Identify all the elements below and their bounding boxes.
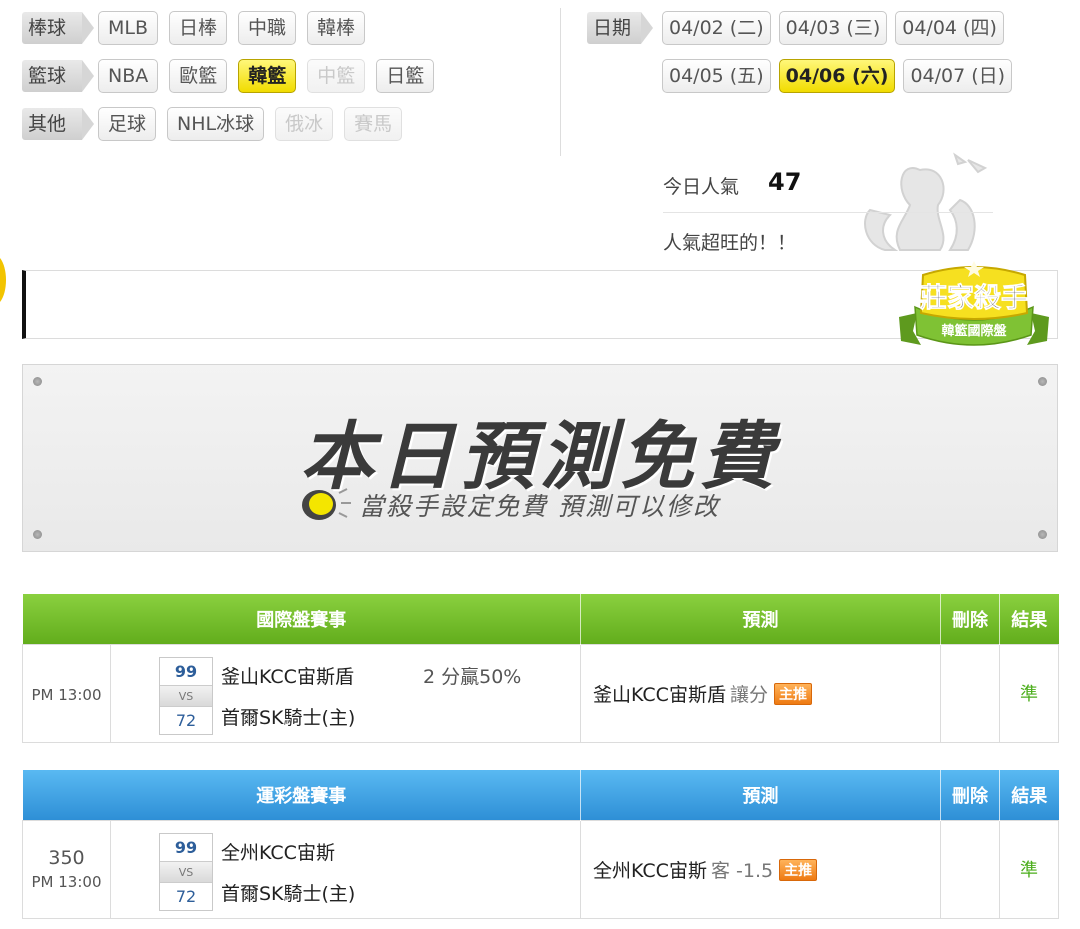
header-result: 結果 (999, 770, 1059, 820)
side-tab-icon[interactable] (0, 258, 10, 302)
filter-khl: 俄冰 (275, 107, 334, 141)
free-prediction-banner: 本日預測免費 當殺手設定免費 預測可以修改 (22, 364, 1058, 552)
header-delete: 刪除 (940, 770, 1000, 820)
popularity-label: 今日人氣 (663, 176, 740, 198)
date-0402[interactable]: 04/02 (二) (662, 11, 771, 45)
filter-china-basketball: 中籃 (307, 59, 366, 93)
prediction-cell: 釜山KCC宙斯盾 讓分 主推 (580, 643, 941, 743)
lottery-odds-table: 運彩盤賽事 預測 刪除 結果 350 PM 13:00 99 VS 72 全州K… (22, 770, 1059, 919)
main-pick-tag: 主推 (773, 682, 812, 705)
date-row-2: 04/05 (五) 04/06 (六) 04/07 (日) (662, 59, 1020, 93)
popularity-count: 47 (768, 168, 802, 196)
banner-subtitle: 當殺手設定免費 預測可以修改 (359, 492, 720, 521)
screw-icon (33, 377, 42, 386)
result-cell: 準 (999, 819, 1059, 919)
home-team: 首爾SK騎士(主) (221, 707, 356, 729)
result-cell: 準 (999, 643, 1059, 743)
filter-japan-basketball[interactable]: 日籃 (376, 59, 435, 93)
match-time-cell: 350 PM 13:00 (22, 819, 111, 919)
mascot-illustration (864, 152, 988, 251)
vs-label: VS (160, 861, 212, 883)
header-prediction: 預測 (580, 594, 941, 644)
delete-cell[interactable] (940, 643, 1000, 743)
filter-soccer[interactable]: 足球 (98, 107, 157, 141)
table-row: 350 PM 13:00 99 VS 72 全州KCC宙斯 首爾SK騎士(主) … (22, 819, 1059, 919)
table-header-row: 國際盤賽事 預測 刪除 結果 (22, 594, 1059, 644)
prediction-spread: 客 -1.5 (710, 859, 774, 882)
date-0406[interactable]: 04/06 (六) (778, 59, 896, 93)
filter-kbo[interactable]: 韓棒 (307, 11, 366, 45)
popularity-divider (663, 212, 993, 213)
header-delete: 刪除 (940, 594, 1000, 644)
away-team: 釜山KCC宙斯盾 (221, 666, 354, 688)
date-0407[interactable]: 04/07 (日) (903, 59, 1013, 93)
table-header-row: 運彩盤賽事 預測 刪除 結果 (22, 770, 1059, 820)
match-code: 350 (48, 847, 85, 869)
table-row: PM 13:00 99 VS 72 釜山KCC宙斯盾 首爾SK騎士(主) 2 分… (22, 643, 1059, 743)
date-category: 日期 (587, 11, 657, 45)
badge-subtitle: 韓籃國際盤 (941, 323, 1007, 339)
banner-subtitle-row: 當殺手設定免費 預測可以修改 (297, 487, 720, 523)
header-result: 結果 (999, 594, 1059, 644)
match-time-cell: PM 13:00 (22, 643, 111, 743)
screw-icon (33, 530, 42, 539)
vs-label: VS (160, 685, 212, 707)
score-bottom: 72 (175, 887, 197, 906)
match-time: PM 13:00 (31, 686, 102, 704)
header-event: 國際盤賽事 (22, 594, 581, 644)
score-bottom: 72 (175, 711, 197, 730)
badge-title: 莊家殺手 (920, 282, 1028, 314)
filter-korea-basketball[interactable]: 韓籃 (238, 59, 297, 93)
filter-horse-racing: 賽馬 (344, 107, 403, 141)
lightbulb-icon (302, 488, 351, 520)
screw-icon (1038, 530, 1047, 539)
prediction-cell: 全州KCC宙斯客 -1.5 主推 (580, 819, 941, 919)
prediction-spread: 讓分 (729, 683, 768, 706)
screw-icon (1038, 377, 1047, 386)
category-label: 棒球 (22, 12, 94, 44)
banker-killer-badge: 莊家殺手 韓籃國際盤 (899, 261, 1049, 346)
odds-line: 2 分贏50% (423, 666, 522, 688)
filter-euro-basketball[interactable]: 歐籃 (169, 59, 228, 93)
date-row-1: 04/02 (二) 04/03 (三) 04/04 (四) (662, 11, 1012, 45)
date-0403[interactable]: 04/03 (三) (778, 11, 888, 45)
category-label: 其他 (22, 108, 94, 140)
matchup-cell: 99 VS 72 釜山KCC宙斯盾 首爾SK騎士(主) 2 分贏50% (110, 643, 581, 743)
filter-mlb[interactable]: MLB (98, 11, 159, 45)
popularity-message: 人氣超旺的！！ (663, 232, 797, 254)
prediction-team: 釜山KCC宙斯盾 (593, 683, 726, 706)
filter-npb[interactable]: 日棒 (169, 11, 228, 45)
date-label: 日期 (587, 12, 653, 44)
score-top: 99 (174, 662, 198, 681)
category-label: 籃球 (22, 60, 94, 92)
score-top: 99 (174, 838, 198, 857)
score-box: 99 VS 72 (159, 833, 213, 911)
filter-nhl[interactable]: NHL冰球 (167, 107, 265, 141)
filter-row-basketball: 籃球 NBA 歐籃 韓籃 中籃 日籃 (22, 59, 445, 93)
matchup-cell: 99 VS 72 全州KCC宙斯 首爾SK騎士(主) (110, 819, 581, 919)
section-divider (560, 8, 561, 156)
prediction-team: 全州KCC宙斯 (593, 859, 707, 882)
header-event: 運彩盤賽事 (22, 770, 581, 820)
date-0404[interactable]: 04/04 (四) (895, 11, 1004, 45)
main-pick-tag: 主推 (779, 858, 818, 881)
date-0405[interactable]: 04/05 (五) (662, 59, 771, 93)
score-box: 99 VS 72 (159, 657, 213, 735)
filter-row-baseball: 棒球 MLB 日棒 中職 韓棒 (22, 11, 376, 45)
filter-nba[interactable]: NBA (98, 59, 159, 93)
home-team: 首爾SK騎士(主) (221, 883, 356, 905)
match-time: PM 13:00 (31, 873, 102, 891)
delete-cell[interactable] (940, 819, 1000, 919)
international-odds-table: 國際盤賽事 預測 刪除 結果 PM 13:00 99 VS 72 釜山KCC宙斯… (22, 594, 1059, 743)
filter-cpbl[interactable]: 中職 (238, 11, 297, 45)
away-team: 全州KCC宙斯 (221, 842, 335, 864)
header-prediction: 預測 (580, 770, 941, 820)
filter-row-other: 其他 足球 NHL冰球 俄冰 賽馬 (22, 107, 413, 141)
